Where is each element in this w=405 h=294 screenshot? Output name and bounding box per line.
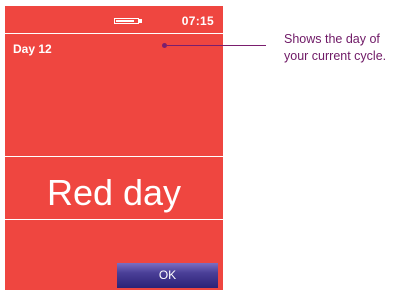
device-screen: 07:15 Day 12 Red day OK <box>5 6 223 290</box>
divider-middle-bottom <box>5 219 223 220</box>
cycle-day-label: Day 12 <box>13 42 52 56</box>
clock-time: 07:15 <box>181 14 214 28</box>
battery-tip <box>139 19 142 23</box>
battery-level <box>116 20 134 22</box>
callout-annotation: Shows the day of your current cycle. <box>284 32 387 63</box>
divider-middle-top <box>5 156 223 157</box>
callout-leader-line <box>167 45 266 46</box>
divider-top <box>5 33 223 34</box>
battery-icon <box>114 18 139 24</box>
status-bar: 07:15 <box>5 6 223 32</box>
day-status-text: Red day <box>46 172 182 213</box>
ok-button[interactable]: OK <box>117 263 218 288</box>
